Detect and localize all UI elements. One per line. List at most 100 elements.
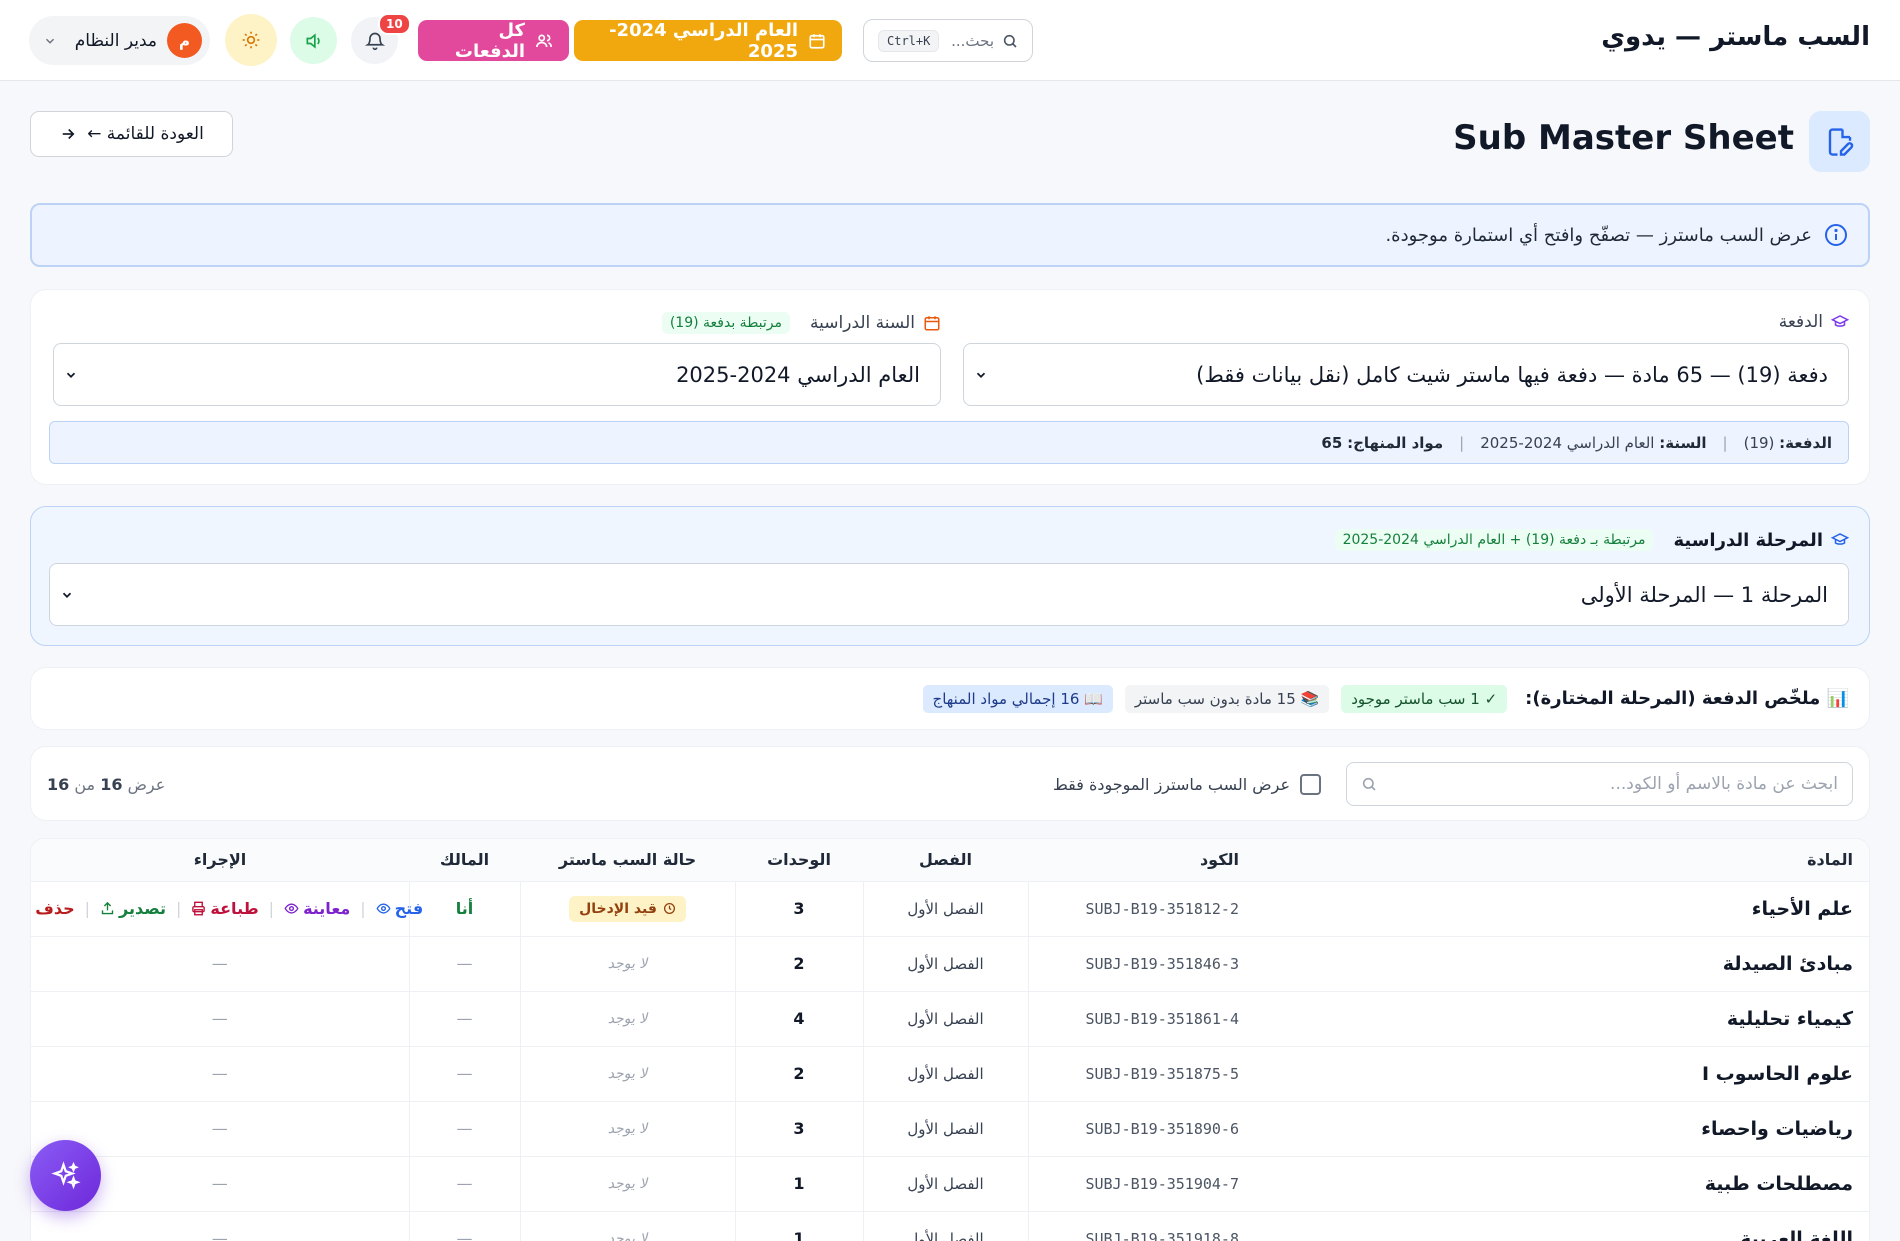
print-button[interactable]: طباعة — [191, 899, 259, 918]
preview-button[interactable]: معاينة — [284, 899, 350, 918]
table-row: علم الأحياء SUBJ-B19-351812-2 الفصل الأو… — [31, 880, 1869, 936]
subject-term: الفصل الأول — [862, 935, 1028, 991]
subject-units: 3 — [734, 1100, 863, 1156]
subjects-table-card: المادة الكود الفصل الوحدات حالة السب ماس… — [30, 838, 1870, 1241]
notifications-button[interactable]: 10 — [351, 13, 411, 64]
row-actions: فتح | معاينة | طباعة | تصدير | حذف — [31, 899, 423, 918]
table-row: رياضيات واحصاء SUBJ-B19-351890-6 الفصل ا… — [31, 1100, 1869, 1156]
owner-empty: — — [408, 1155, 520, 1211]
ai-assistant-button[interactable] — [30, 1140, 101, 1211]
info-icon — [1824, 223, 1848, 247]
academic-year-pill[interactable]: العام الدراسي 2024-2025 — [574, 19, 842, 62]
batch-summary-title: 📊 ملخّص الدفعة (المرحلة المختارة): — [1525, 688, 1849, 709]
user-menu[interactable]: م مدير النظام — [29, 16, 210, 65]
chevron-down-icon — [60, 588, 74, 602]
subject-code: SUBJ-B19-351904-7 — [1027, 1155, 1564, 1211]
top-bar: السب ماستر — يدوي بحث... Ctrl+K العام ال… — [0, 0, 1900, 81]
actions-empty: — — [31, 990, 409, 1046]
calendar-icon — [808, 32, 826, 50]
summary-curriculum-key: مواد المنهاج: — [1347, 433, 1444, 452]
back-to-list-label: العودة للقائمة ← — [87, 124, 204, 144]
subject-units: 1 — [734, 1155, 863, 1211]
stage-select[interactable]: المرحلة 1 — المرحلة الأولى — [49, 563, 1849, 626]
header-status[interactable]: حالة السب ماستر — [520, 839, 735, 881]
owner-empty: — — [408, 1100, 520, 1156]
filters-card: الدفعة السنة الدراسية مرتبطة بدفعة (19) … — [30, 289, 1870, 485]
total-count-chip: 📖 16 إجمالي مواد المنهاج — [922, 684, 1113, 713]
status-none: لا يوجد — [519, 935, 735, 991]
subject-code: SUBJ-B19-351861-4 — [1027, 990, 1564, 1046]
subject-search-input[interactable]: ابحث عن مادة بالاسم أو الكود... — [1346, 762, 1853, 806]
owner-empty: — — [408, 935, 520, 991]
count-prefix: عرض — [127, 775, 166, 794]
summary-batch: الدفعة: (19) — [1744, 434, 1832, 452]
header-owner[interactable]: المالك — [409, 839, 520, 881]
header-units[interactable]: الوحدات — [735, 839, 863, 881]
summary-year: السنة: العام الدراسي 2024-2025 — [1480, 434, 1706, 452]
avatar: م — [167, 23, 202, 58]
upload-icon — [100, 901, 115, 916]
actions-empty: — — [31, 1210, 409, 1241]
trash-icon — [31, 901, 32, 916]
stage-card: المرحلة الدراسية مرتبطة بـ دفعة (19) + ا… — [30, 506, 1870, 646]
summary-batch-value: (19) — [1743, 433, 1775, 452]
owner-label: أنا — [455, 899, 474, 918]
only-existing-filter[interactable]: عرض السب ماسترز الموجودة فقط — [1053, 774, 1321, 795]
count-of: من — [74, 775, 96, 794]
header-term[interactable]: الفصل — [863, 839, 1028, 881]
open-label: فتح — [394, 899, 424, 918]
table-row: مصطلحات طبية SUBJ-B19-351904-7 الفصل الأ… — [31, 1155, 1869, 1211]
without-count-chip: 📚 15 مادة بدون سب ماستر — [1124, 684, 1330, 713]
summary-curriculum: مواد المنهاج: 65 — [1321, 434, 1443, 452]
sun-icon — [241, 30, 261, 50]
all-batches-pill[interactable]: كل الدفعات — [418, 19, 569, 62]
header-subject[interactable]: المادة — [1564, 839, 1869, 881]
stage-label-text: المرحلة الدراسية — [1673, 529, 1823, 551]
all-batches-label: كل الدفعات — [454, 19, 525, 62]
status-badge: قيد الإدخال — [569, 895, 686, 922]
table-row: اللغة العربية SUBJ-B19-351918-8 الفصل ال… — [31, 1210, 1869, 1241]
subject-code: SUBJ-B19-351890-6 — [1027, 1100, 1564, 1156]
actions-empty: — — [31, 935, 409, 991]
sound-toggle-button[interactable] — [290, 17, 337, 64]
batch-label-text: الدفعة — [1778, 312, 1823, 332]
delete-button[interactable]: حذف — [31, 899, 74, 918]
speaker-icon — [304, 31, 324, 51]
stage-select-value: المرحلة 1 — المرحلة الأولى — [1580, 582, 1828, 607]
search-icon — [1361, 776, 1377, 792]
status-label: قيد الإدخال — [579, 900, 657, 917]
theme-toggle-button[interactable] — [225, 14, 277, 66]
only-existing-checkbox[interactable] — [1300, 774, 1321, 795]
subject-term: الفصل الأول — [862, 990, 1028, 1046]
subject-units: 2 — [734, 1045, 863, 1101]
stage-field-label: المرحلة الدراسية مرتبطة بـ دفعة (19) + ا… — [1334, 529, 1849, 551]
subject-code: SUBJ-B19-351812-2 — [1027, 880, 1564, 936]
header-action: الإجراء — [31, 839, 409, 881]
table-row: مبادئ الصيدلة SUBJ-B19-351846-3 الفصل ال… — [31, 935, 1869, 991]
notification-count-badge: 10 — [378, 13, 411, 35]
year-label-text: السنة الدراسية — [810, 313, 915, 333]
divider: | — [84, 899, 91, 918]
selection-summary: الدفعة: (19) | السنة: العام الدراسي 2024… — [49, 421, 1849, 464]
status-cell: قيد الإدخال — [519, 880, 735, 936]
batch-select[interactable]: دفعة (19) — 65 مادة — دفعة فيها ماستر شي… — [963, 343, 1849, 406]
academic-year-label: العام الدراسي 2024-2025 — [609, 19, 798, 62]
year-select[interactable]: العام الدراسي 2024-2025 — [53, 343, 941, 406]
info-text: عرض السب ماسترز — تصفّح وافتح أي استمارة… — [1385, 224, 1812, 246]
owner-cell: أنا — [408, 880, 520, 936]
divider: | — [268, 899, 275, 918]
subject-name: رياضيات واحصاء — [1564, 1100, 1869, 1156]
list-controls-card: ابحث عن مادة بالاسم أو الكود... عرض السب… — [30, 746, 1870, 821]
back-to-list-button[interactable]: العودة للقائمة ← — [30, 111, 233, 157]
header-code[interactable]: الكود — [1028, 839, 1564, 881]
print-label: طباعة — [210, 899, 259, 918]
export-button[interactable]: تصدير — [100, 899, 166, 918]
subject-code: SUBJ-B19-351875-5 — [1027, 1045, 1564, 1101]
global-search[interactable]: بحث... Ctrl+K — [863, 19, 1033, 62]
page-icon — [1809, 111, 1870, 172]
subject-name: كيمياء تحليلية — [1564, 990, 1869, 1046]
graduation-cap-icon — [1831, 313, 1849, 331]
open-button[interactable]: فتح — [376, 899, 424, 918]
search-icon — [1002, 33, 1018, 49]
subject-search-placeholder: ابحث عن مادة بالاسم أو الكود... — [1610, 774, 1838, 794]
